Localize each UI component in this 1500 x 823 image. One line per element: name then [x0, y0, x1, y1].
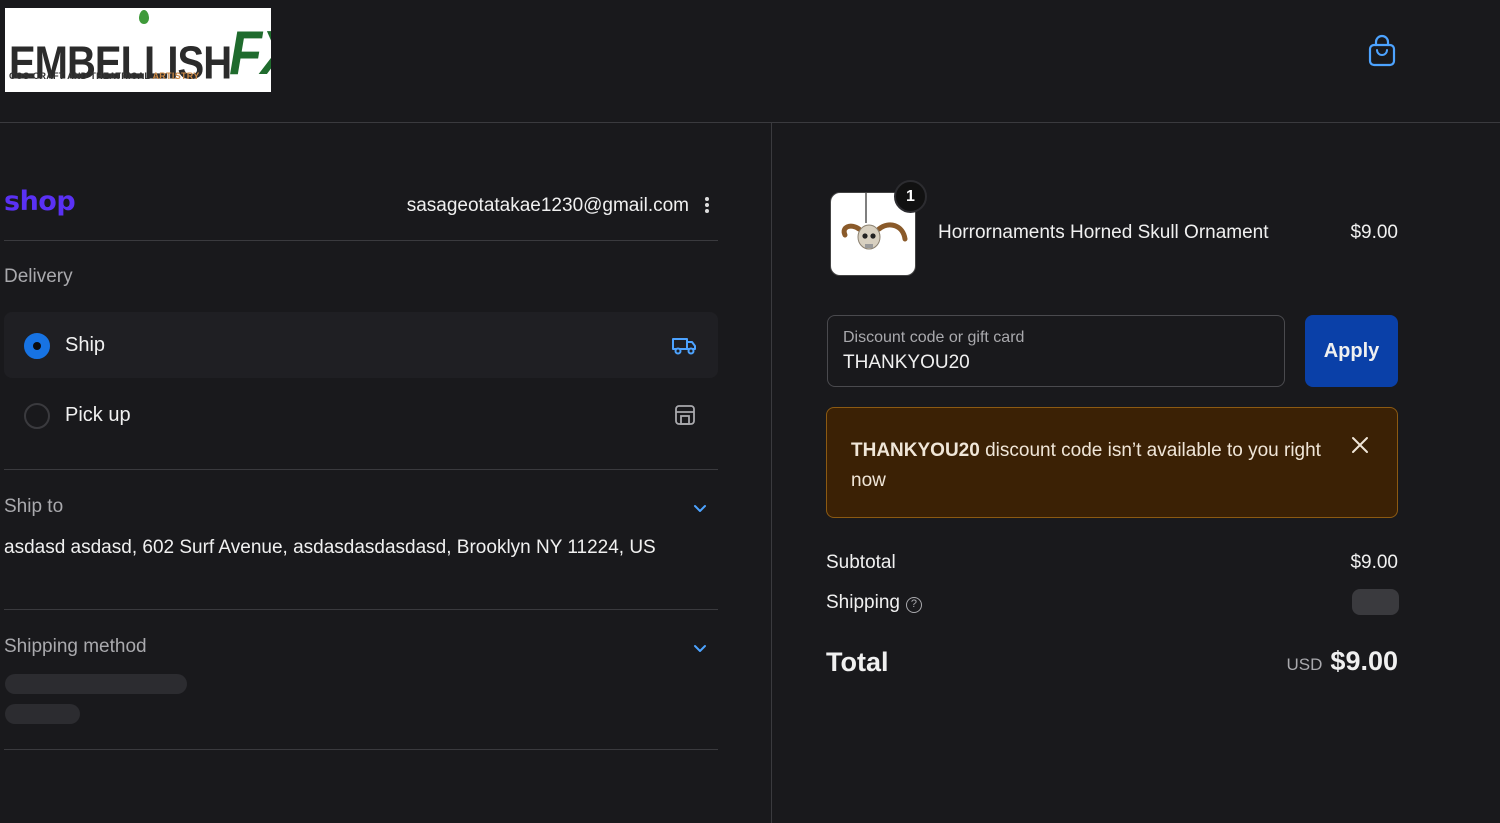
ship-to-heading: Ship to [4, 496, 64, 517]
shipping-method-heading: Shipping method [4, 636, 147, 657]
subtotal-label: Subtotal [826, 552, 896, 573]
logo-tagline: COS-CRAFT AND THEATRICAL ARTISTRY [9, 71, 200, 81]
divider [4, 469, 718, 470]
discount-error-alert: THANKYOU20 discount code isn’t available… [826, 407, 1398, 518]
divider [4, 240, 718, 241]
pickup-radio[interactable] [24, 403, 50, 429]
ship-label: Ship [65, 334, 106, 356]
alert-message: THANKYOU20 discount code isn’t available… [851, 440, 1321, 491]
divider [4, 609, 718, 610]
total-amount: USD $9.00 [1287, 646, 1398, 677]
product-name: Horrornaments Horned Skull Ornament [938, 222, 1269, 243]
loading-skeleton [5, 704, 80, 724]
discount-placeholder: Discount code or gift card [843, 329, 1025, 346]
ship-radio[interactable] [24, 333, 50, 359]
logo-wordmark: EMBELLISHFX [9, 18, 271, 89]
column-divider [771, 123, 772, 823]
shipping-cost-skeleton [1352, 589, 1399, 615]
pickup-label: Pick up [65, 404, 131, 426]
close-icon[interactable] [1351, 436, 1369, 454]
chevron-down-icon[interactable] [690, 638, 710, 658]
account-email: sasageotatakae1230@gmail.com [406, 195, 689, 216]
store-logo[interactable]: EMBELLISHFX COS-CRAFT AND THEATRICAL ART… [5, 8, 271, 92]
delivery-option-pickup[interactable]: Pick up [4, 382, 718, 448]
currency-code: USD [1286, 655, 1323, 674]
delivery-option-ship[interactable]: Ship [4, 312, 718, 378]
discount-code-input[interactable]: Discount code or gift card THANKYOU20 [827, 315, 1285, 387]
shipping-label: Shipping [826, 592, 900, 613]
store-icon [670, 402, 698, 428]
truck-icon [670, 332, 698, 358]
shipping-address: asdasd asdasd, 602 Surf Avenue, asdasdas… [4, 537, 656, 558]
product-price: $9.00 [1350, 222, 1398, 243]
quantity-badge: 1 [894, 180, 927, 213]
subtotal-value: $9.00 [1350, 552, 1398, 573]
chevron-down-icon[interactable] [690, 498, 710, 518]
apply-discount-button[interactable]: Apply [1305, 315, 1398, 387]
site-header: EMBELLISHFX COS-CRAFT AND THEATRICAL ART… [0, 0, 1500, 123]
loading-skeleton [5, 674, 187, 694]
discount-value: THANKYOU20 [843, 352, 970, 373]
divider [4, 749, 718, 750]
shipping-label-row: Shipping? [826, 592, 922, 614]
total-value: $9.00 [1330, 646, 1398, 676]
shopping-bag-icon[interactable] [1366, 34, 1398, 68]
shop-pay-logo: shop [4, 186, 76, 217]
delivery-heading: Delivery [4, 266, 73, 287]
help-icon[interactable]: ? [905, 597, 922, 613]
total-label: Total [826, 647, 889, 677]
kebab-menu-icon[interactable] [700, 195, 714, 217]
